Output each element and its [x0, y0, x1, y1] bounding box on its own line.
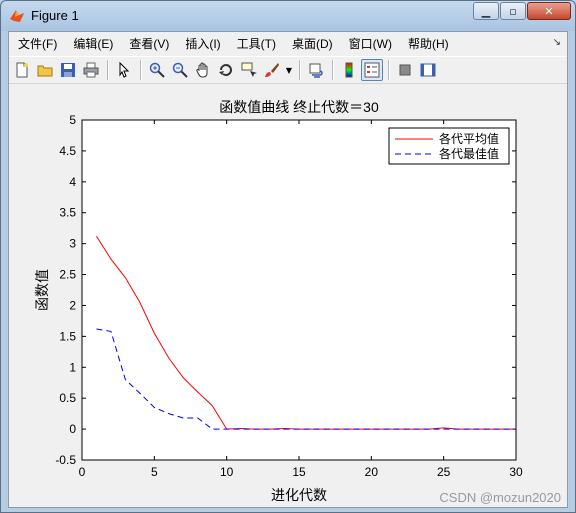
maximize-button[interactable]: ▫ — [500, 2, 526, 20]
toolbar-separator — [107, 60, 109, 80]
toolbar-separator — [388, 60, 390, 80]
axes-box — [81, 119, 517, 461]
colorbar-icon — [345, 62, 353, 78]
menu-help[interactable]: 帮助(H) — [400, 34, 457, 54]
y-tick-label: 2 — [69, 298, 76, 312]
dock-arrow-icon[interactable]: ↘ — [553, 37, 561, 48]
rotate-3d-icon — [219, 64, 232, 76]
toolbar-separator — [299, 60, 301, 80]
brush-icon — [265, 63, 279, 77]
y-tick-label: -0.5 — [55, 453, 76, 467]
menu-bar: 文件(F) 编辑(E) 查看(V) 插入(I) 工具(T) 桌面(D) 窗口(W… — [9, 32, 567, 56]
zoom-in-icon — [149, 62, 165, 78]
figure-canvas: 函数值曲线 终止代数＝30 进化代数 函数值 0 5 10 15 20 25 30 -0.5 0… — [9, 85, 567, 507]
menu-desktop[interactable]: 桌面(D) — [284, 34, 341, 54]
x-axis-label: 进化代数 — [271, 487, 327, 503]
close-button[interactable]: ✕ — [527, 2, 571, 20]
brush-button[interactable] — [261, 59, 283, 81]
pan-icon — [196, 62, 208, 78]
menu-file[interactable]: 文件(F) — [10, 34, 65, 54]
minimize-button[interactable]: ▁ — [473, 2, 499, 20]
colorbar-button[interactable] — [338, 59, 360, 81]
x-tick-label: 15 — [292, 465, 306, 479]
figure-toolbar: ▼ — [9, 56, 567, 84]
dropdown-arrow-icon: ▼ — [285, 65, 293, 75]
menu-tools[interactable]: 工具(T) — [229, 34, 284, 54]
y-tick-label: 4 — [69, 175, 76, 189]
legend-label: 各代平均值 — [439, 131, 499, 146]
window-title: Figure 1 — [31, 8, 79, 23]
y-tick-label: 0.5 — [59, 391, 76, 405]
print-icon — [83, 62, 99, 78]
menu-insert[interactable]: 插入(I) — [177, 34, 228, 54]
watermark: CSDN @mozun2020 — [439, 490, 561, 505]
menu-edit[interactable]: 编辑(E) — [65, 34, 121, 54]
save-icon — [61, 63, 75, 77]
edit-plot-icon — [119, 62, 130, 78]
pan-button[interactable] — [192, 59, 214, 81]
rotate-3d-button[interactable] — [215, 59, 237, 81]
save-button[interactable] — [57, 59, 79, 81]
hide-plot-tools-button[interactable] — [394, 59, 416, 81]
y-tick-label: 5 — [69, 113, 76, 127]
minimize-icon: ▁ — [481, 4, 491, 18]
y-tick-label: 4.5 — [59, 144, 76, 158]
y-tick-label: 3.5 — [59, 206, 76, 220]
toolbar-separator — [140, 60, 142, 80]
link-plot-button[interactable] — [305, 59, 327, 81]
title-bar[interactable]: Figure 1 ▁ ▫ ✕ — [1, 1, 575, 31]
zoom-in-button[interactable] — [146, 59, 168, 81]
y-tick-label: 0 — [69, 422, 76, 436]
print-button[interactable] — [80, 59, 102, 81]
plot-svg[interactable]: 函数值曲线 终止代数＝30 进化代数 函数值 0 5 10 15 20 25 30-0.50… — [9, 85, 567, 507]
y-tick-label: 1 — [69, 360, 76, 374]
legend-button[interactable] — [361, 59, 383, 81]
y-tick-label: 3 — [69, 237, 76, 251]
legend-icon — [364, 62, 380, 78]
menu-view[interactable]: 查看(V) — [121, 34, 177, 54]
x-tick-label: 0 — [79, 465, 86, 479]
new-figure-button[interactable] — [11, 59, 33, 81]
x-tick-label: 10 — [220, 465, 234, 479]
figure-window: Figure 1 ▁ ▫ ✕ 文件(F) 编辑(E) 查看(V) 插入(I) 工… — [0, 0, 576, 513]
y-tick-label: 2.5 — [59, 268, 76, 282]
link-plot-icon — [309, 63, 323, 78]
data-cursor-button[interactable] — [238, 59, 260, 81]
edit-plot-button[interactable] — [113, 59, 135, 81]
new-figure-icon — [16, 62, 28, 78]
chart-title: 函数值曲线 终止代数＝30 — [219, 99, 379, 115]
show-plot-tools-icon — [420, 63, 436, 77]
y-axis-label: 函数值 — [34, 269, 50, 311]
legend[interactable]: 各代平均值各代最佳值 — [388, 127, 510, 165]
close-icon: ✕ — [544, 4, 554, 18]
matlab-icon — [10, 10, 24, 22]
zoom-out-button[interactable] — [169, 59, 191, 81]
x-tick-label: 20 — [365, 465, 379, 479]
toolbar-separator — [332, 60, 334, 80]
menu-window[interactable]: 窗口(W) — [341, 34, 400, 54]
legend-label: 各代最佳值 — [439, 146, 499, 161]
x-tick-label: 5 — [151, 465, 158, 479]
x-tick-label: 30 — [509, 465, 523, 479]
show-plot-tools-button[interactable] — [417, 59, 439, 81]
open-file-button[interactable] — [34, 59, 56, 81]
maximize-icon: ▫ — [509, 4, 517, 18]
figure-client-area: 文件(F) 编辑(E) 查看(V) 插入(I) 工具(T) 桌面(D) 窗口(W… — [8, 31, 568, 508]
x-tick-label: 25 — [437, 465, 451, 479]
zoom-out-icon — [172, 62, 188, 78]
data-cursor-icon — [241, 62, 257, 77]
y-tick-label: 1.5 — [59, 329, 76, 343]
brush-dropdown-button[interactable]: ▼ — [284, 59, 294, 81]
hide-plot-tools-icon — [399, 64, 411, 76]
open-file-icon — [37, 65, 53, 77]
